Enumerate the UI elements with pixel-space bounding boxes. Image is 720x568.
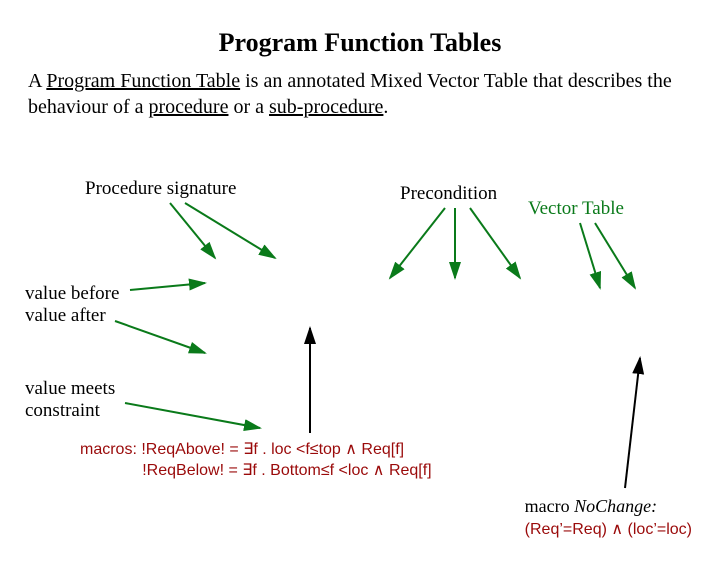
nochange-block: macro NoChange: (Req’=Req) ∧ (loc’=loc) [525, 495, 692, 541]
label-procedure-signature: Procedure signature [85, 178, 236, 200]
term-pft: Program Function Table [46, 70, 240, 92]
nochange-name: NoChange: [574, 496, 657, 516]
label-precondition: Precondition [400, 183, 497, 205]
nochange-equation: (Req’=Req) ∧ (loc’=loc) [525, 521, 692, 538]
intro-paragraph: A Program Function Table is an annotated… [28, 68, 692, 120]
intro-text: or a [228, 96, 269, 118]
macro-line-2: !ReqBelow! = ∃f . Bottom≤f <loc ∧ Req[f] [142, 462, 431, 479]
macros-prefix: macros: [80, 441, 137, 458]
intro-text: A [28, 70, 46, 92]
label-value-after: value after [25, 305, 106, 327]
term-subprocedure: sub-procedure [269, 96, 383, 118]
label-vector-table: Vector Table [528, 198, 624, 220]
label-value-before: value before [25, 283, 119, 305]
macros-block: macros: !ReqAbove! = ∃f . loc <f≤top ∧ R… [80, 440, 432, 482]
page-title: Program Function Tables [0, 28, 720, 58]
nochange-label: macro [525, 496, 570, 516]
term-procedure: procedure [149, 96, 229, 118]
macro-line-1: !ReqAbove! = ∃f . loc <f≤top ∧ Req[f] [141, 441, 404, 458]
label-value-meets-constraint: value meets constraint [25, 378, 115, 422]
intro-text: . [383, 96, 388, 118]
